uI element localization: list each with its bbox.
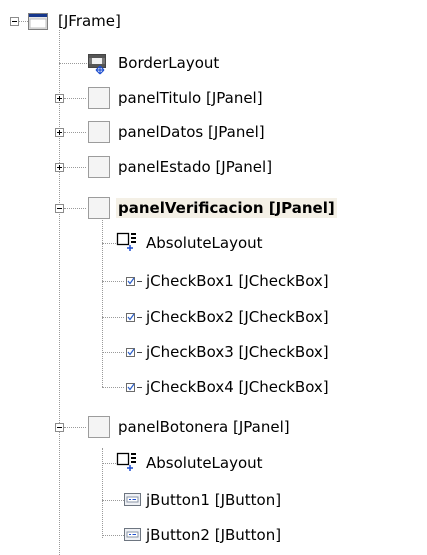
- button-icon: [124, 493, 141, 506]
- border-layout-icon: [88, 54, 106, 75]
- expand-toggle-panelestado[interactable]: [55, 163, 64, 172]
- collapse-toggle-panelverificacion[interactable]: [55, 204, 64, 213]
- tree-node-label: jCheckBox2 [JCheckBox]: [146, 308, 329, 326]
- checkbox-icon: [126, 348, 142, 357]
- panel-icon: [88, 416, 110, 438]
- tree-node-label: jCheckBox4 [JCheckBox]: [146, 378, 329, 396]
- absolute-layout-icon: [116, 452, 136, 471]
- tree-node-label: AbsoluteLayout: [146, 234, 263, 252]
- tree-node-label: jButton1 [JButton]: [146, 491, 282, 509]
- tree-connector: [102, 352, 124, 353]
- collapse-toggle-jframe[interactable]: [10, 17, 19, 26]
- tree-connector: [64, 132, 86, 133]
- tree-node-label: AbsoluteLayout: [146, 454, 263, 472]
- tree-connector: [102, 463, 116, 464]
- checkbox-icon: [126, 383, 142, 392]
- button-icon: [124, 528, 141, 541]
- tree-node-label: BorderLayout: [118, 54, 220, 72]
- tree-connector: [64, 427, 86, 428]
- tree-connector: [59, 63, 87, 64]
- panel-icon: [88, 87, 110, 109]
- tree-node-label: panelDatos [JPanel]: [118, 123, 265, 141]
- expand-toggle-paneldatos[interactable]: [55, 128, 64, 137]
- frame-icon: [28, 13, 48, 30]
- tree-node-label-selected: panelVerificacion [JPanel]: [116, 198, 337, 218]
- tree-connector: [102, 281, 124, 282]
- absolute-layout-icon: [116, 232, 136, 251]
- tree-connector: [102, 317, 124, 318]
- tree-connector: [64, 98, 86, 99]
- tree-node-label: panelEstado [JPanel]: [118, 158, 273, 176]
- tree-connector: [102, 243, 116, 244]
- tree-node-label: panelTitulo [JPanel]: [118, 89, 263, 107]
- checkbox-icon: [126, 313, 142, 322]
- tree-connector: [102, 387, 124, 388]
- checkbox-icon: [126, 277, 142, 286]
- tree-connector: [102, 535, 124, 536]
- tree-connector: [59, 30, 60, 555]
- tree-node-label: jCheckBox3 [JCheckBox]: [146, 343, 329, 361]
- tree-connector: [102, 448, 103, 538]
- expand-toggle-paneltitulo[interactable]: [55, 94, 64, 103]
- tree-node-label: jCheckBox1 [JCheckBox]: [146, 272, 329, 290]
- collapse-toggle-panelbotonera[interactable]: [55, 423, 64, 432]
- panel-icon: [88, 197, 110, 219]
- tree-connector: [102, 500, 124, 501]
- panel-icon: [88, 156, 110, 178]
- tree-connector: [64, 208, 86, 209]
- tree-node-label: panelBotonera [JPanel]: [118, 418, 290, 436]
- panel-icon: [88, 121, 110, 143]
- tree-node-label: [JFrame]: [58, 12, 121, 30]
- tree-node-label: jButton2 [JButton]: [146, 526, 282, 544]
- tree-connector: [64, 167, 86, 168]
